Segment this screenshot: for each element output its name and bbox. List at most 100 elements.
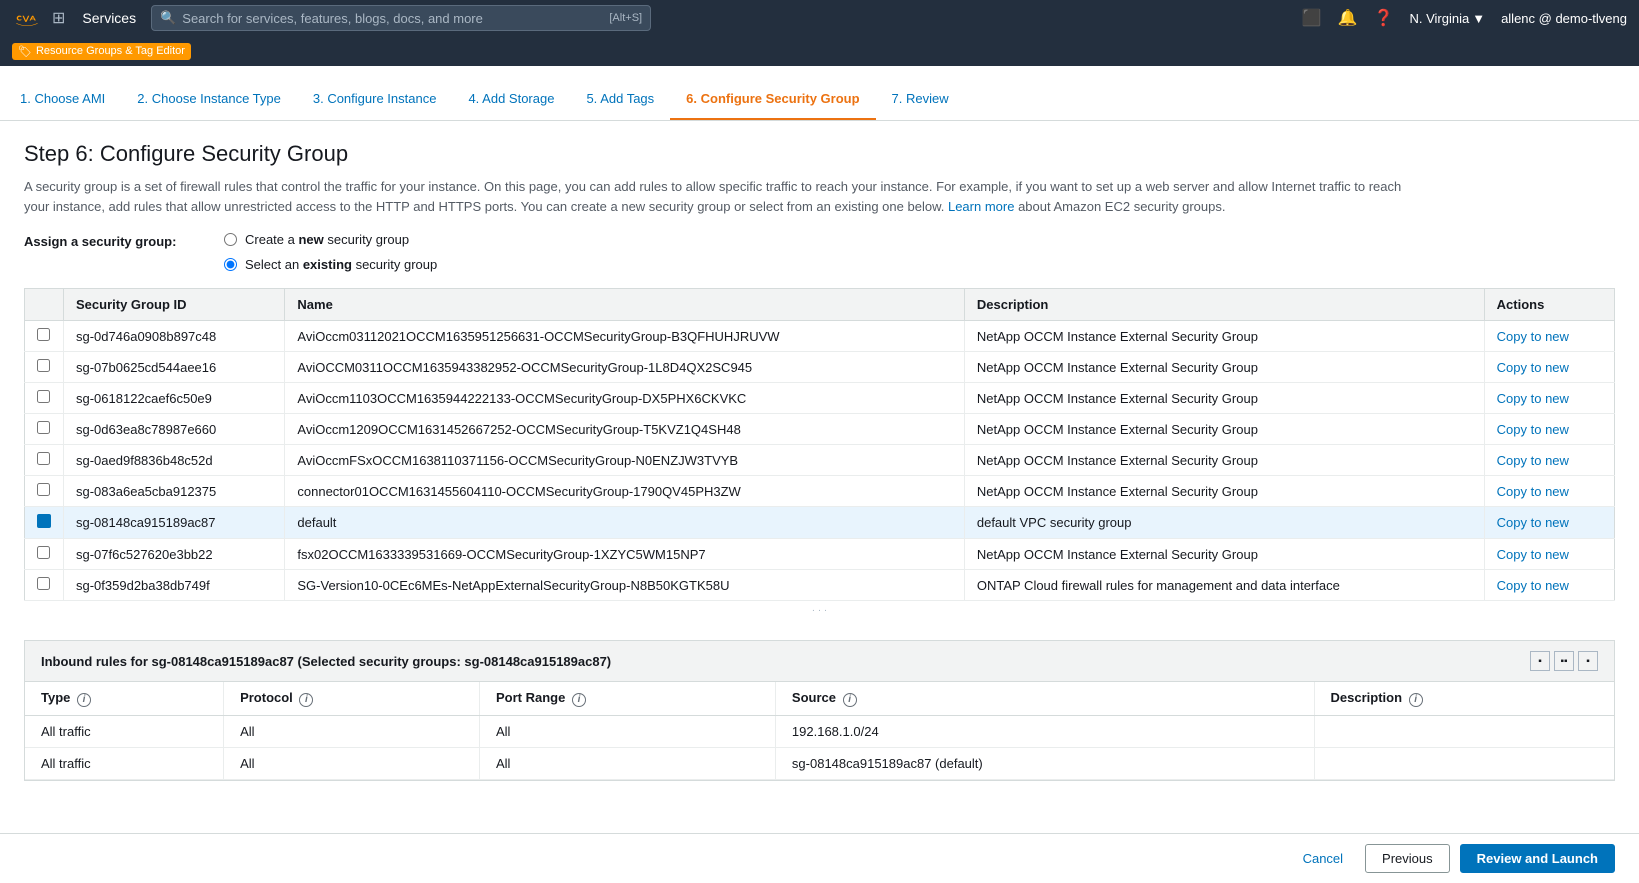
table-row[interactable]: sg-07b0625cd544aee16 AviOCCM0311OCCM1635… [25,352,1615,383]
wizard-step-3[interactable]: 3. Configure Instance [297,91,453,120]
cancel-button[interactable]: Cancel [1291,845,1355,872]
rules-col-port: Port Range i [480,682,776,715]
row-checkbox[interactable] [25,352,64,383]
row-checkbox[interactable] [25,414,64,445]
row-checkbox[interactable] [25,321,64,352]
inbound-rules-header: Inbound rules for sg-08148ca915189ac87 (… [25,641,1614,682]
bell-icon[interactable]: 🔔 [1338,8,1358,28]
view-icon-1[interactable]: ▪ [1530,651,1550,671]
table-row[interactable]: sg-07f6c527620e3bb22 fsx02OCCM1633339531… [25,539,1615,570]
security-groups-table: Security Group ID Name Description Actio… [24,288,1615,601]
row-description: NetApp OCCM Instance External Security G… [964,383,1484,414]
row-checkbox[interactable] [25,445,64,476]
search-shortcut: [Alt+S] [609,12,642,24]
view-icon-3[interactable]: ▪ [1578,651,1598,671]
checkbox-unchecked[interactable] [37,359,50,372]
page-body: Step 6: Configure Security Group A secur… [0,121,1639,801]
row-checkbox[interactable] [25,570,64,601]
account-info[interactable]: allenc @ demo-tlveng [1501,11,1627,26]
row-action[interactable]: Copy to new [1484,476,1614,507]
region-selector[interactable]: N. Virginia ▼ [1409,11,1485,26]
row-checkbox[interactable] [25,507,64,539]
copy-to-new-link[interactable]: Copy to new [1497,484,1569,499]
row-action[interactable]: Copy to new [1484,507,1614,539]
row-name: connector01OCCM1631455604110-OCCMSecurit… [285,476,964,507]
resource-groups-badge[interactable]: 🏷 Resource Groups & Tag Editor [12,43,191,60]
checkbox-unchecked[interactable] [37,546,50,559]
wizard-step-1[interactable]: 1. Choose AMI [20,91,121,120]
copy-to-new-link[interactable]: Copy to new [1497,360,1569,375]
review-launch-button[interactable]: Review and Launch [1460,844,1615,873]
wizard-step-2[interactable]: 2. Choose Instance Type [121,91,297,120]
help-icon[interactable]: ❓ [1374,8,1394,28]
table-row[interactable]: sg-0f359d2ba38db749f SG-Version10-0CEc6M… [25,570,1615,601]
checkbox-checked[interactable] [37,514,51,528]
rules-col-protocol: Protocol i [224,682,480,715]
table-row[interactable]: sg-08148ca915189ac87 default default VPC… [25,507,1615,539]
wizard-step-7[interactable]: 7. Review [876,91,965,120]
row-action[interactable]: Copy to new [1484,383,1614,414]
protocol-info-icon[interactable]: i [299,693,313,707]
row-action[interactable]: Copy to new [1484,321,1614,352]
learn-more-link[interactable]: Learn more [948,199,1014,214]
row-action[interactable]: Copy to new [1484,539,1614,570]
type-info-icon[interactable]: i [77,693,91,707]
page-title: Step 6: Configure Security Group [24,141,1615,167]
checkbox-unchecked[interactable] [37,328,50,341]
checkbox-unchecked[interactable] [37,483,50,496]
copy-to-new-link[interactable]: Copy to new [1497,422,1569,437]
checkbox-unchecked[interactable] [37,452,50,465]
wizard-step-5[interactable]: 5. Add Tags [570,91,670,120]
view-icon-2[interactable]: ▪▪ [1554,651,1574,671]
row-name: AviOCCM0311OCCM1635943382952-OCCMSecurit… [285,352,964,383]
row-checkbox[interactable] [25,476,64,507]
radio-new-input[interactable] [224,233,237,246]
copy-to-new-link[interactable]: Copy to new [1497,578,1569,593]
row-action[interactable]: Copy to new [1484,414,1614,445]
source-info-icon[interactable]: i [843,693,857,707]
table-row[interactable]: sg-0d63ea8c78987e660 AviOccm1209OCCM1631… [25,414,1615,445]
checkbox-unchecked[interactable] [37,390,50,403]
row-name: SG-Version10-0CEc6MEs-NetAppExternalSecu… [285,570,964,601]
desc-info-icon[interactable]: i [1409,693,1423,707]
terminal-icon[interactable]: ⬛ [1302,8,1322,28]
rule-description [1314,715,1614,747]
row-action[interactable]: Copy to new [1484,445,1614,476]
page-footer: Cancel Previous Review and Launch [0,833,1639,883]
search-bar[interactable]: 🔍 [Alt+S] [151,5,651,31]
copy-to-new-link[interactable]: Copy to new [1497,329,1569,344]
services-menu[interactable]: Services [75,5,143,31]
port-info-icon[interactable]: i [572,693,586,707]
row-sg-id: sg-08148ca915189ac87 [64,507,285,539]
previous-button[interactable]: Previous [1365,844,1450,873]
row-description: ONTAP Cloud firewall rules for managemen… [964,570,1484,601]
radio-existing-input[interactable] [224,258,237,271]
copy-to-new-link[interactable]: Copy to new [1497,453,1569,468]
search-input[interactable] [182,11,603,26]
radio-create-new[interactable]: Create a new security group [224,232,437,247]
row-checkbox[interactable] [25,383,64,414]
row-checkbox[interactable] [25,539,64,570]
rule-description [1314,747,1614,779]
row-description: default VPC security group [964,507,1484,539]
copy-to-new-link[interactable]: Copy to new [1497,515,1569,530]
row-sg-id: sg-0d746a0908b897c48 [64,321,285,352]
table-row[interactable]: sg-0aed9f8836b48c52d AviOccmFSxOCCM16381… [25,445,1615,476]
row-action[interactable]: Copy to new [1484,352,1614,383]
checkbox-unchecked[interactable] [37,421,50,434]
grid-icon[interactable]: ⊞ [52,8,65,28]
col-name: Name [285,289,964,321]
checkbox-unchecked[interactable] [37,577,50,590]
copy-to-new-link[interactable]: Copy to new [1497,547,1569,562]
radio-existing[interactable]: Select an existing security group [224,257,437,272]
table-row[interactable]: sg-0618122caef6c50e9 AviOccm1103OCCM1635… [25,383,1615,414]
assign-label: Assign a security group: [24,232,224,249]
row-action[interactable]: Copy to new [1484,570,1614,601]
copy-to-new-link[interactable]: Copy to new [1497,391,1569,406]
row-sg-id: sg-0618122caef6c50e9 [64,383,285,414]
wizard-step-4[interactable]: 4. Add Storage [452,91,570,120]
table-row[interactable]: sg-0d746a0908b897c48 AviOccm03112021OCCM… [25,321,1615,352]
table-row[interactable]: sg-083a6ea5cba912375 connector01OCCM1631… [25,476,1615,507]
inbound-rules-section: Inbound rules for sg-08148ca915189ac87 (… [24,640,1615,781]
wizard-step-6[interactable]: 6. Configure Security Group [670,91,875,120]
